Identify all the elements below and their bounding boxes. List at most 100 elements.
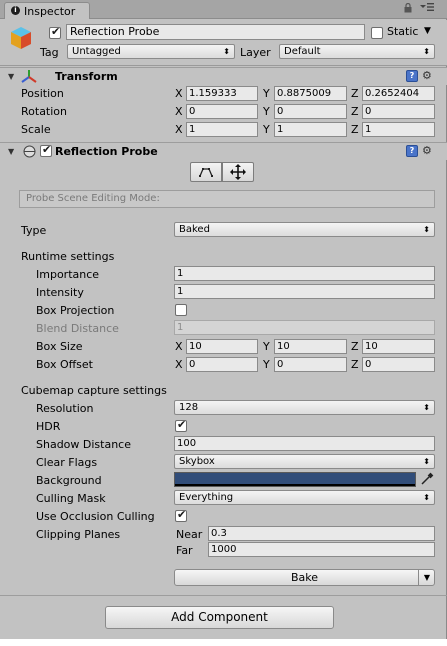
eyedropper-icon[interactable] (420, 472, 434, 489)
help-book-icon[interactable]: ? (406, 145, 418, 157)
gameobject-active-checkbox[interactable] (49, 25, 61, 39)
box-offset-x-field[interactable]: 0 (186, 357, 258, 372)
far-label: Far (176, 544, 193, 557)
scale-z-field[interactable]: 1 (362, 122, 435, 137)
box-projection-checkbox[interactable] (175, 304, 187, 316)
axis-y-label: Y (263, 105, 270, 118)
static-checkbox[interactable] (371, 27, 383, 39)
lock-icon[interactable] (404, 2, 412, 16)
chevron-updown-icon: ⬍ (423, 493, 430, 502)
add-component-button[interactable]: Add Component (105, 606, 334, 629)
layer-dropdown[interactable]: Default ⬍ (279, 44, 435, 59)
move-arrows-icon (223, 164, 253, 184)
type-value: Baked (179, 224, 210, 235)
inspector-window: i Inspector Reflection Probe Static ▼ Ta… (0, 0, 447, 646)
scale-y-field[interactable]: 1 (274, 122, 347, 137)
axis-y-label: Y (263, 358, 270, 371)
rotation-x-field[interactable]: 0 (186, 104, 258, 119)
occlusion-culling-checkbox[interactable] (175, 508, 187, 522)
edit-bounds-button[interactable] (190, 162, 222, 182)
window-menu-icon[interactable] (420, 2, 434, 15)
tab-inspector[interactable]: i Inspector (4, 2, 90, 19)
gameobject-name-field[interactable]: Reflection Probe (66, 24, 365, 40)
bake-button-label: Bake (290, 571, 319, 584)
resolution-value: 128 (179, 402, 199, 413)
reflection-probe-header[interactable]: ▼ Reflection Probe ? ⚙ (0, 142, 447, 160)
importance-label: Importance (36, 268, 100, 281)
culling-mask-label: Culling Mask (36, 492, 106, 505)
hdr-checkbox[interactable] (175, 418, 187, 432)
axis-z-label: Z (351, 340, 359, 353)
occlusion-culling-label: Use Occlusion Culling (36, 510, 155, 523)
shadow-distance-field[interactable]: 100 (174, 436, 435, 451)
axis-y-label: Y (263, 123, 270, 136)
type-label: Type (21, 224, 47, 237)
box-offset-y-field[interactable]: 0 (274, 357, 347, 372)
importance-field[interactable]: 1 (174, 266, 435, 281)
blend-distance-label: Blend Distance (36, 322, 119, 335)
rotation-label: Rotation (21, 105, 68, 118)
clear-flags-label: Clear Flags (36, 456, 98, 469)
box-size-y-field[interactable]: 10 (274, 339, 347, 354)
box-size-label: Box Size (36, 340, 83, 353)
probe-enabled-checkbox[interactable] (40, 143, 52, 157)
tag-value: Untagged (72, 46, 121, 57)
background-color-swatch[interactable] (174, 472, 416, 487)
bake-button[interactable]: Bake ▼ (174, 569, 435, 586)
scale-x-field[interactable]: 1 (186, 122, 258, 137)
tab-strip: i Inspector (0, 0, 447, 19)
chevron-updown-icon: ⬍ (423, 47, 430, 56)
static-label: Static (387, 25, 419, 38)
culling-mask-dropdown[interactable]: Everything ⬍ (174, 490, 435, 505)
position-x-field[interactable]: 1.159333 (186, 86, 258, 101)
clipping-planes-label: Clipping Planes (36, 528, 121, 541)
divider (0, 595, 447, 596)
box-offset-label: Box Offset (36, 358, 93, 371)
tab-inspector-label: Inspector (24, 5, 76, 18)
intensity-field[interactable]: 1 (174, 284, 435, 299)
foldout-arrow-icon[interactable]: ▼ (8, 147, 14, 156)
background-label: Background (36, 474, 102, 487)
rotation-y-field[interactable]: 0 (274, 104, 347, 119)
clear-flags-dropdown[interactable]: Skybox ⬍ (174, 454, 435, 469)
axis-z-label: Z (351, 123, 359, 136)
gameobject-cube-icon (10, 26, 32, 50)
transform-header[interactable]: ▼ Transform ? ⚙ (0, 67, 447, 85)
axis-z-label: Z (351, 87, 359, 100)
gear-icon[interactable]: ⚙ (422, 144, 432, 157)
gear-icon[interactable]: ⚙ (422, 69, 432, 82)
help-book-icon[interactable]: ? (406, 70, 418, 82)
foldout-arrow-icon[interactable]: ▼ (8, 72, 14, 81)
position-z-field[interactable]: 0.2652404 (362, 86, 435, 101)
position-y-field[interactable]: 0.8875009 (274, 86, 347, 101)
static-dropdown-icon[interactable]: ▼ (424, 26, 431, 36)
bake-dropdown-arrow-icon[interactable]: ▼ (418, 570, 435, 585)
probe-title: Reflection Probe (55, 145, 158, 158)
box-offset-z-field[interactable]: 0 (362, 357, 435, 372)
axis-x-label: X (175, 340, 183, 353)
box-size-z-field[interactable]: 10 (362, 339, 435, 354)
hdr-label: HDR (36, 420, 61, 433)
box-size-x-field[interactable]: 10 (186, 339, 258, 354)
layer-value: Default (284, 46, 321, 57)
chevron-updown-icon: ⬍ (423, 225, 430, 234)
clear-flags-value: Skybox (179, 456, 215, 467)
type-dropdown[interactable]: Baked ⬍ (174, 222, 435, 237)
near-label: Near (176, 528, 203, 541)
rotation-z-field[interactable]: 0 (362, 104, 435, 119)
axis-y-label: Y (263, 340, 270, 353)
chevron-updown-icon: ⬍ (423, 403, 430, 412)
chevron-updown-icon: ⬍ (423, 457, 430, 466)
blend-distance-field: 1 (174, 320, 435, 335)
probe-component-icon (23, 145, 36, 161)
cubemap-settings-heading: Cubemap capture settings (21, 384, 167, 397)
tag-dropdown[interactable]: Untagged ⬍ (67, 44, 235, 59)
chevron-updown-icon: ⬍ (223, 47, 230, 56)
near-clip-field[interactable]: 0.3 (208, 526, 435, 541)
move-probe-button[interactable] (222, 162, 254, 182)
resolution-dropdown[interactable]: 128 ⬍ (174, 400, 435, 415)
gameobject-header: Reflection Probe Static ▼ Tag Untagged ⬍… (0, 20, 447, 66)
far-clip-field[interactable]: 1000 (208, 542, 435, 557)
probe-editing-mode-box: Probe Scene Editing Mode: (19, 190, 435, 208)
runtime-settings-heading: Runtime settings (21, 250, 115, 263)
